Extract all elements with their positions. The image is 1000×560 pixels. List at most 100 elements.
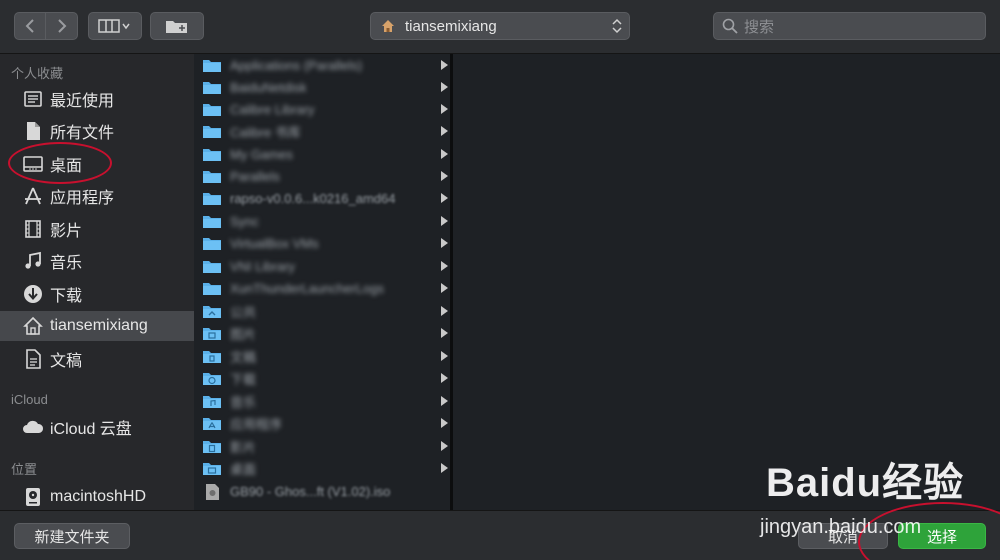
search-placeholder: 搜索 — [744, 18, 775, 36]
sidebar-item-icloud-drive[interactable]: iCloud 云盘 — [0, 412, 194, 442]
bottom-bar: 新建文件夹 取消 选择 — [0, 510, 1000, 560]
disclosure-arrow-icon — [441, 149, 448, 159]
disclosure-arrow-icon — [441, 441, 448, 451]
cloud-icon — [22, 416, 44, 438]
folder-icon — [202, 415, 222, 431]
list-item[interactable]: 文稿 — [194, 345, 452, 367]
list-item[interactable]: My Games — [194, 143, 452, 165]
forward-button[interactable] — [46, 12, 78, 40]
sidebar-item-label: 音乐 — [50, 255, 83, 272]
file-name: 影片 — [230, 439, 257, 455]
list-item[interactable]: 图片 — [194, 322, 452, 344]
new-folder-button[interactable]: 新建文件夹 — [14, 523, 130, 549]
downloads-icon — [22, 283, 44, 305]
sidebar-item-downloads[interactable]: 下载 — [0, 279, 194, 309]
file-name: VNI Library — [230, 258, 296, 274]
file-column: Applications (Parallels) BaiduNetdisk Ca… — [194, 54, 452, 510]
disclosure-arrow-icon — [441, 238, 448, 248]
folder-icon — [202, 348, 222, 364]
folder-icon — [202, 146, 222, 162]
file-name: rapso-v0.0.6...k0216_amd64 — [230, 190, 396, 206]
list-item[interactable]: VirtualBox VMs — [194, 232, 452, 254]
sidebar-item-label: 所有文件 — [50, 125, 115, 142]
document-icon — [22, 120, 44, 142]
file-name: 文稿 — [230, 349, 257, 365]
list-item[interactable]: 下载 — [194, 367, 452, 389]
file-name: VirtualBox VMs — [230, 235, 319, 251]
icloud-section-title: iCloud — [11, 392, 48, 407]
chevron-left-icon — [25, 19, 34, 33]
list-item[interactable]: XunThunderLauncherLogs — [194, 277, 452, 299]
music-icon — [22, 250, 44, 272]
sidebar-item-label: 影片 — [50, 223, 83, 240]
columns-view-icon — [98, 19, 130, 33]
sidebar-item-label: 最近使用 — [50, 93, 115, 110]
documents-icon — [22, 348, 44, 370]
file-name: My Games — [230, 146, 293, 162]
list-item[interactable]: VNI Library — [194, 255, 452, 277]
applications-icon — [22, 185, 44, 207]
sidebar-item-recents[interactable]: 最近使用 — [0, 84, 194, 114]
sidebar-item-label: tiansemixiang — [50, 317, 148, 334]
disclosure-arrow-icon — [441, 306, 448, 316]
chevron-right-icon — [57, 19, 66, 33]
list-item[interactable]: Calibre Library — [194, 98, 452, 120]
sidebar-item-documents[interactable]: 文稿 — [0, 344, 194, 374]
sidebar-item-applications[interactable]: 应用程序 — [0, 181, 194, 211]
folder-icon — [202, 190, 222, 206]
list-item[interactable]: 应用程序 — [194, 412, 452, 434]
location-popup[interactable]: tiansemixiang — [370, 12, 630, 40]
folder-icon — [202, 79, 222, 95]
locations-section-title: 位置 — [11, 462, 38, 477]
folder-icon — [202, 280, 222, 296]
disclosure-arrow-icon — [441, 171, 448, 181]
disclosure-arrow-icon — [441, 418, 448, 428]
updown-chevron-icon — [612, 18, 622, 34]
file-name: GB90 - Ghos...ft (V1.02).iso — [230, 483, 391, 499]
search-icon — [722, 18, 738, 34]
list-item[interactable]: Sync — [194, 210, 452, 232]
disclosure-arrow-icon — [441, 373, 448, 383]
disclosure-arrow-icon — [441, 463, 448, 473]
list-item[interactable]: 桌面 — [194, 457, 452, 479]
sidebar-item-music[interactable]: 音乐 — [0, 246, 194, 276]
disclosure-arrow-icon — [441, 60, 448, 70]
annotation-circle-desktop — [8, 142, 112, 184]
file-name: Applications (Parallels) — [230, 57, 363, 73]
sidebar-item-macintosh-hd[interactable]: macintoshHD — [0, 482, 194, 512]
search-field[interactable]: 搜索 — [713, 12, 986, 40]
list-item[interactable]: GB90 - Ghos...ft (V1.02).iso — [194, 480, 452, 502]
new-folder-toolbar-button[interactable] — [150, 12, 204, 40]
list-item[interactable]: 音乐 — [194, 390, 452, 412]
list-item[interactable]: Calibre 书库 — [194, 120, 452, 142]
disclosure-arrow-icon — [441, 82, 448, 92]
new-folder-icon — [166, 21, 187, 33]
disclosure-arrow-icon — [441, 396, 448, 406]
location-label: tiansemixiang — [405, 17, 497, 35]
file-name: 公共 — [230, 304, 257, 320]
list-item[interactable]: BaiduNetdisk — [194, 76, 452, 98]
disk-icon — [22, 486, 44, 508]
disclosure-arrow-icon — [441, 216, 448, 226]
sidebar-item-all-files[interactable]: 所有文件 — [0, 116, 194, 146]
list-item[interactable]: 影片 — [194, 435, 452, 457]
navigation-buttons — [14, 12, 78, 40]
toolbar: tiansemixiang 搜索 — [0, 0, 1000, 54]
sidebar-item-home[interactable]: tiansemixiang — [0, 311, 194, 341]
sidebar-item-label: 文稿 — [50, 353, 83, 370]
sidebar-item-movies[interactable]: 影片 — [0, 214, 194, 244]
list-item[interactable]: Parallels — [194, 165, 452, 187]
list-item[interactable]: rapso-v0.0.6...k0216_amd64 — [194, 187, 452, 209]
sidebar-item-label: 下载 — [50, 288, 83, 305]
sidebar-item-label: macintoshHD — [50, 488, 147, 505]
folder-icon — [202, 101, 222, 117]
list-item[interactable]: Applications (Parallels) — [194, 54, 452, 76]
back-button[interactable] — [14, 12, 46, 40]
folder-icon — [202, 57, 222, 73]
view-mode-button[interactable] — [88, 12, 142, 40]
disclosure-arrow-icon — [441, 351, 448, 361]
list-item[interactable]: 公共 — [194, 300, 452, 322]
disclosure-arrow-icon — [441, 193, 448, 203]
file-name: Calibre Library — [230, 101, 315, 117]
home-icon — [382, 20, 394, 32]
